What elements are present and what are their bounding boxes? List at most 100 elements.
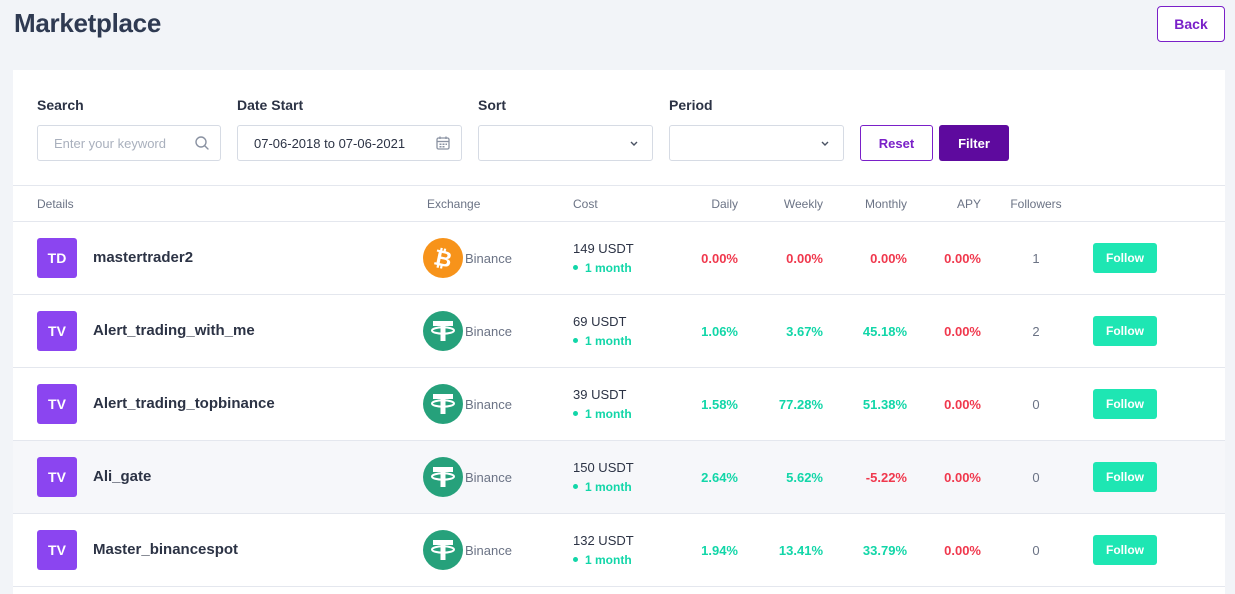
status-dot	[573, 411, 578, 417]
followers-count: 2	[1032, 324, 1040, 339]
date-range-value: 07-06-2018 to 07-06-2021	[254, 136, 406, 151]
avatar: TV	[37, 457, 77, 497]
col-daily: Daily	[711, 197, 738, 211]
period-label: 1 month	[585, 407, 632, 421]
trader-name[interactable]: Ali_gate	[93, 468, 151, 485]
trader-name[interactable]: Master_binancespot	[93, 541, 238, 558]
follow-button[interactable]: Follow	[1093, 535, 1157, 565]
search-placeholder: Enter your keyword	[54, 136, 166, 151]
exchange-name: Binance	[465, 251, 512, 266]
trader-name[interactable]: mastertrader2	[93, 249, 193, 266]
status-dot	[573, 484, 578, 490]
weekly-return: 3.67%	[786, 324, 823, 339]
weekly-return: 13.41%	[778, 543, 823, 558]
table-row[interactable]: TV Master_binancespot Binance 132 USDT 1…	[13, 514, 1225, 587]
daily-return: 1.94%	[701, 543, 738, 558]
avatar: TV	[37, 384, 77, 424]
table-header: Details Exchange Cost Daily Weekly Month…	[13, 185, 1225, 222]
weekly-return: 5.62%	[786, 470, 823, 485]
monthly-return: 45.18%	[862, 324, 907, 339]
subscription-period: 1 month	[573, 480, 632, 494]
table-row[interactable]: TV Alert_trading_with_me Binance 69 USDT…	[13, 295, 1225, 368]
back-button[interactable]: Back	[1157, 6, 1225, 42]
cost-value: 150 USDT	[573, 460, 634, 475]
calendar-icon[interactable]	[435, 135, 451, 151]
avatar: TD	[37, 238, 77, 278]
daily-return: 1.58%	[701, 397, 738, 412]
subscription-period: 1 month	[573, 334, 632, 348]
cost-value: 149 USDT	[573, 241, 634, 256]
col-apy: APY	[956, 197, 981, 211]
exchange-name: Binance	[465, 397, 512, 412]
col-exchange: Exchange	[427, 197, 481, 211]
period-select[interactable]	[669, 125, 844, 161]
table-row[interactable]: TD mastertrader2 ₿ Binance 149 USDT 1 mo…	[13, 222, 1225, 295]
search-icon[interactable]	[194, 135, 210, 151]
followers-count: 1	[1032, 251, 1040, 266]
search-label: Search	[37, 97, 84, 113]
trader-name[interactable]: Alert_trading_with_me	[93, 322, 255, 339]
sort-select[interactable]	[478, 125, 653, 161]
status-dot	[573, 338, 578, 344]
monthly-return: 0.00%	[870, 251, 907, 266]
monthly-return: -5.22%	[865, 470, 907, 485]
marketplace-panel: Search Enter your keyword Date Start 07-…	[13, 70, 1225, 594]
apy-value: 0.00%	[944, 470, 981, 485]
period-label: 1 month	[585, 334, 632, 348]
search-input[interactable]: Enter your keyword	[37, 125, 221, 161]
monthly-return: 51.38%	[862, 397, 907, 412]
follow-button[interactable]: Follow	[1093, 243, 1157, 273]
tether-icon	[423, 311, 463, 351]
chevron-down-icon[interactable]	[626, 135, 642, 151]
followers-count: 0	[1032, 543, 1040, 558]
apy-value: 0.00%	[944, 324, 981, 339]
trader-name[interactable]: Alert_trading_topbinance	[93, 395, 275, 412]
period-label: 1 month	[585, 553, 632, 567]
period-label: 1 month	[585, 480, 632, 494]
exchange-name: Binance	[465, 324, 512, 339]
apy-value: 0.00%	[944, 251, 981, 266]
tether-icon	[423, 530, 463, 570]
followers-count: 0	[1032, 470, 1040, 485]
period-label: 1 month	[585, 261, 632, 275]
follow-button[interactable]: Follow	[1093, 462, 1157, 492]
daily-return: 0.00%	[701, 251, 738, 266]
col-details: Details	[37, 197, 74, 211]
chevron-down-icon[interactable]	[817, 135, 833, 151]
col-weekly: Weekly	[783, 197, 823, 211]
subscription-period: 1 month	[573, 261, 632, 275]
cost-value: 69 USDT	[573, 314, 627, 329]
apy-value: 0.00%	[944, 543, 981, 558]
exchange-name: Binance	[465, 470, 512, 485]
cost-value: 132 USDT	[573, 533, 634, 548]
col-cost: Cost	[573, 197, 598, 211]
avatar: TV	[37, 530, 77, 570]
table-row[interactable]: TV Ali_gate Binance 150 USDT 1 month 2.6…	[13, 441, 1225, 514]
reset-button[interactable]: Reset	[860, 125, 933, 161]
exchange-name: Binance	[465, 543, 512, 558]
table-row[interactable]: TV Alert_trading_topbinance Binance 39 U…	[13, 368, 1225, 441]
date-range-input[interactable]: 07-06-2018 to 07-06-2021	[237, 125, 462, 161]
status-dot	[573, 265, 578, 271]
sort-label: Sort	[478, 97, 506, 113]
cost-value: 39 USDT	[573, 387, 627, 402]
col-followers: Followers	[1010, 197, 1062, 211]
filter-button[interactable]: Filter	[939, 125, 1009, 161]
followers-count: 0	[1032, 397, 1040, 412]
weekly-return: 77.28%	[778, 397, 823, 412]
monthly-return: 33.79%	[862, 543, 907, 558]
follow-button[interactable]: Follow	[1093, 389, 1157, 419]
subscription-period: 1 month	[573, 407, 632, 421]
tether-icon	[423, 457, 463, 497]
daily-return: 2.64%	[701, 470, 738, 485]
follow-button[interactable]: Follow	[1093, 316, 1157, 346]
date-start-label: Date Start	[237, 97, 304, 113]
bitcoin-icon: ₿	[423, 238, 463, 278]
page-title: Marketplace	[14, 8, 161, 38]
weekly-return: 0.00%	[786, 251, 823, 266]
avatar: TV	[37, 311, 77, 351]
status-dot	[573, 557, 578, 563]
subscription-period: 1 month	[573, 553, 632, 567]
col-monthly: Monthly	[864, 197, 907, 211]
daily-return: 1.06%	[701, 324, 738, 339]
